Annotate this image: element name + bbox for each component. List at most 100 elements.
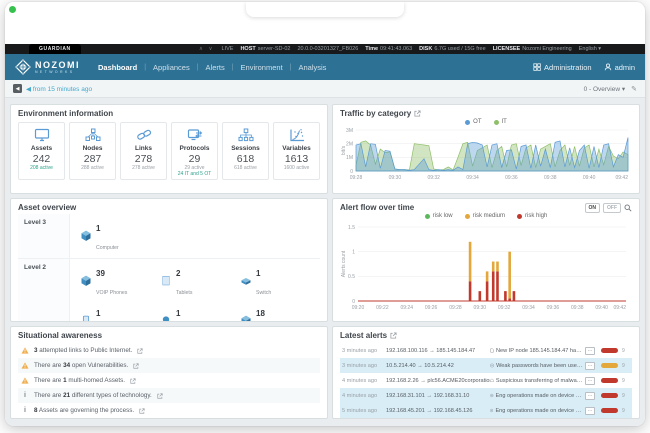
risk-medium-dot-icon [465,214,470,219]
svg-text:09:38: 09:38 [571,305,584,311]
user-menu[interactable]: admin [604,63,635,72]
situational-item[interactable]: i There are 21 different types of techno… [18,388,320,403]
svg-text:09:40: 09:40 [583,175,596,181]
address-bar[interactable] [246,2,404,17]
expand-alert-button[interactable]: … [585,347,595,355]
asset-item-tablets[interactable]: 2Tablets [160,261,240,301]
alert-row[interactable]: 5 minutes ago 192.168.45.201 → 192.168.4… [340,403,632,418]
asset-item-light-bridge[interactable]: 1Light bridge [160,301,240,322]
eng-operation-icon [490,407,493,414]
scroll-up-down-icons[interactable]: ∧ ∨ [199,46,215,52]
panel-title: Situational awareness [18,331,320,340]
situational-item[interactable]: 3 attempted links to Public Internet. [18,343,320,358]
magnifier-icon[interactable] [624,204,632,212]
light-bridge-icon [160,315,172,322]
traffic-by-category-panel: Traffic by category OT IT 01M2M3M09:2809… [332,104,640,194]
sessions-icon [224,126,267,144]
asset-item-mobile-device[interactable]: 1Mobile device [80,301,160,322]
traffic-area-chart[interactable]: 01M2M3M09:2809:3009:3209:3409:3609:3809:… [340,125,632,185]
asset-item-computers[interactable]: 18Computers [240,301,320,322]
external-link-icon[interactable] [137,348,143,354]
status-live: LIVE [222,46,234,52]
alert-flow-bar-chart[interactable]: 00.511.509:2009:2209:2409:2609:2809:3009… [340,219,632,315]
malware-icon [490,377,494,384]
situational-item[interactable]: There are 1 multi-homed Assets. [18,373,320,388]
risk-low-dot-icon [425,214,430,219]
nav-item-analysis[interactable]: Analysis [298,63,326,72]
breadcrumb[interactable]: ◀ from 15 minutes ago [26,85,92,93]
external-link-icon[interactable] [157,393,163,399]
top-navigation: NOZOMI NETWORKS Dashboard| Appliances| A… [5,54,645,80]
external-link-icon[interactable] [414,110,421,117]
risk-score: 9 [622,393,630,399]
svg-text:2M: 2M [346,141,353,147]
svg-text:09:30: 09:30 [474,305,487,311]
tablet-icon [160,275,172,287]
expand-alert-button[interactable]: … [585,407,595,415]
alert-row[interactable]: 4 minutes ago 192.168.31.101 → 192.168.3… [340,388,632,403]
svg-text:09:32: 09:32 [498,305,511,311]
svg-text:09:20: 09:20 [352,305,365,311]
external-link-icon[interactable] [130,378,136,384]
risk-badge [601,348,618,353]
nozomi-logo-icon [15,59,31,75]
risk-high-dot-icon [517,214,522,219]
voip-phone-icon [80,275,92,287]
expand-alert-button[interactable]: … [585,377,595,385]
ot-dot-icon [465,120,470,125]
env-card-protocols: Protocols 29 29 active 24 IT and 5 OT [171,122,218,180]
svg-text:09:24: 09:24 [400,305,413,311]
asset-overview-panel: Asset overview Level 3 1Computer Level 2 [10,198,328,322]
svg-text:09:28: 09:28 [449,305,462,311]
collapse-panel-button[interactable]: ◀ [13,84,22,93]
desktop-background: GUARDIAN ∧ ∨ LIVE HOSTserver-SD-02 20.0.… [0,0,650,433]
it-dot-icon [494,120,499,125]
nav-item-alerts[interactable]: Alerts [206,63,225,72]
alert-row[interactable]: 3 minutes ago 192.168.100.116 → 185.145.… [340,343,632,358]
asset-item-voip-phones[interactable]: 39VOIP Phones [80,261,160,301]
alert-flow-panel: Alert flow over time ON OFF risk low ris… [332,198,640,322]
alert-row[interactable]: 3 minutes ago 10.5.214.40 → 10.5.214.42 … [340,358,632,373]
nav-item-environment[interactable]: Environment [241,63,283,72]
info-icon: i [21,392,29,399]
svg-text:09:42: 09:42 [615,175,628,181]
asset-item-computer[interactable]: 1Computer [80,216,160,256]
env-card-links: Links 278 278 active [120,122,167,180]
svg-text:09:28: 09:28 [350,175,363,181]
svg-text:bit/s: bit/s [341,145,347,155]
window-control-green[interactable] [9,6,16,13]
panel-title: Traffic by category [340,109,411,118]
asset-item-switch[interactable]: 1Switch [240,261,320,301]
panel-title: Asset overview [18,203,320,212]
external-link-icon[interactable] [133,363,139,369]
view-selector[interactable]: 0 - Overview ▾ [584,85,626,93]
guardian-tab[interactable]: GUARDIAN [29,44,81,54]
language-selector[interactable]: English ▾ [579,46,601,52]
switch-icon [240,275,252,287]
toggle-off-button[interactable]: OFF [603,203,621,213]
links-icon [122,126,165,144]
nav-item-dashboard[interactable]: Dashboard [98,63,137,72]
edit-dashboard-icon[interactable]: ✎ [631,85,637,93]
env-card-sessions: Sessions 618 618 active [222,122,269,180]
nodes-icon [71,126,114,144]
external-link-icon[interactable] [139,408,145,414]
situational-item[interactable]: There are 34 open Vulnerabilities. [18,358,320,373]
mobile-device-icon [80,315,92,322]
risk-badge [601,378,618,383]
expand-alert-button[interactable]: … [585,362,595,370]
situational-item[interactable]: i 8 Assets are governing the process. [18,403,320,418]
svg-text:09:22: 09:22 [376,305,389,311]
eng-operation-icon [490,392,494,399]
new-node-icon [490,347,494,354]
administration-button[interactable]: Administration [533,63,592,72]
expand-alert-button[interactable]: … [585,392,595,400]
nozomi-logo[interactable]: NOZOMI NETWORKS [15,59,80,75]
external-link-icon[interactable] [390,332,397,339]
nav-item-appliances[interactable]: Appliances [153,63,190,72]
toggle-on-button[interactable]: ON [585,203,601,213]
environment-information-panel: Environment information Assets 242 208 a… [10,104,328,194]
svg-text:09:36: 09:36 [547,305,560,311]
user-icon [604,63,612,71]
alert-row[interactable]: 4 minutes ago 192.168.2.26 → plc56.ACME2… [340,373,632,388]
